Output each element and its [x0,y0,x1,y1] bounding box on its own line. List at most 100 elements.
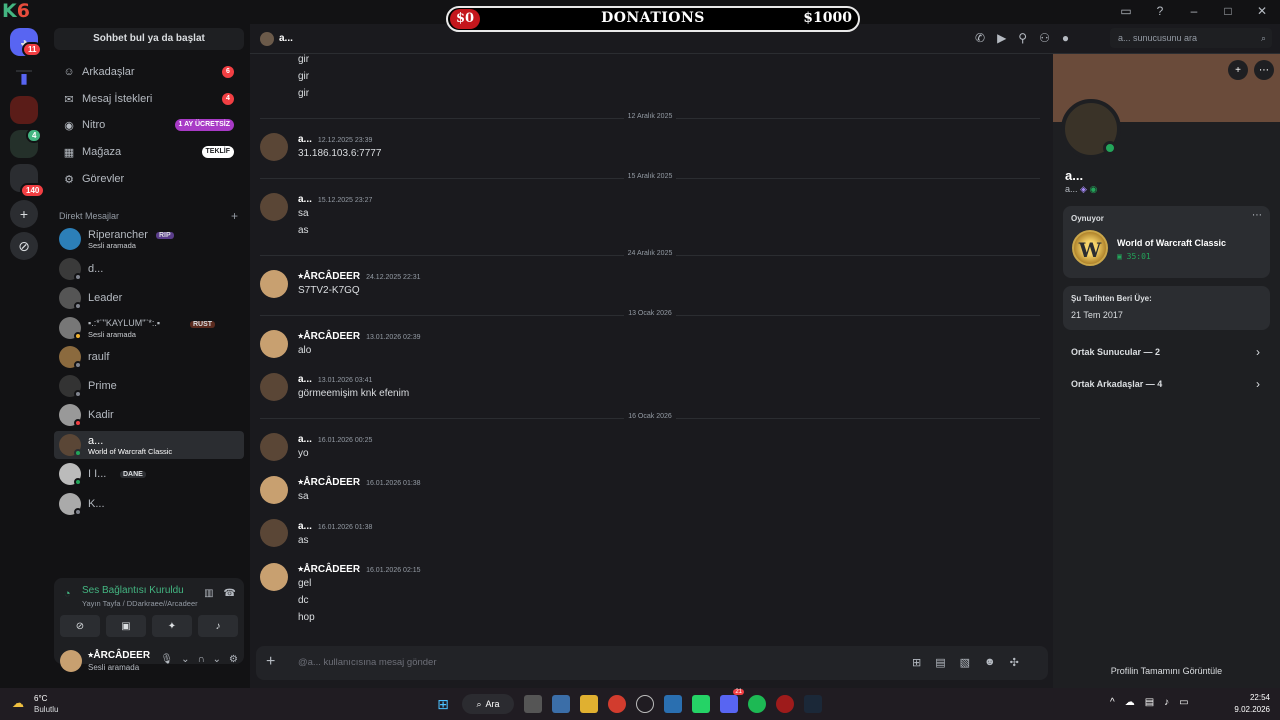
chevron-down-icon[interactable]: ⌄ [181,654,189,665]
battery-icon[interactable]: ▭ [1179,697,1188,708]
message-author: a... 15.12.2025 23:27 [298,194,373,205]
search-input[interactable]: a... sunucusunu ara ⌕ [1110,28,1272,48]
mutual-servers-link[interactable]: Ortak Sunucular — 2 › [1063,338,1270,368]
avatar[interactable] [260,563,288,591]
avatar[interactable] [260,373,288,401]
dm-item[interactable]: Riperancher RIP Sesli aramada [54,225,244,253]
avatar[interactable] [260,433,288,461]
noise-icon[interactable]: ▥ [204,588,213,599]
attach-icon[interactable]: + [266,653,275,671]
app-icon[interactable] [636,695,654,713]
camera-button[interactable]: ⊘ [60,615,100,637]
more-icon[interactable]: ⋯ [1252,210,1262,221]
volume-icon[interactable]: ♪ [1164,697,1169,708]
server-badge: 140 [20,183,46,198]
add-server-icon[interactable]: + [10,200,38,228]
dm-item-active[interactable]: a... World of Warcraft Classic [54,431,244,459]
maximize-button[interactable]: □ [1220,4,1236,18]
cloud-icon[interactable]: ☁ [1125,697,1135,708]
add-friend-icon[interactable]: + [1228,60,1248,80]
voice-status[interactable]: Ses Bağlantısı Kuruldu [82,585,184,596]
folder-icon[interactable]: ▮ [10,64,38,92]
screen-share-button[interactable]: ▣ [106,615,146,637]
sticker-icon[interactable]: ▧ [960,656,970,669]
minimize-button[interactable]: – [1186,4,1202,18]
dm-item[interactable]: Kadir [54,401,244,429]
add-friend-icon[interactable]: ⚇ [1039,31,1050,45]
more-icon[interactable]: ⋯ [1254,60,1274,80]
voice-channel[interactable]: Yayın Tayfa / DDarkraee//Arcadeer [82,599,198,608]
steam-icon[interactable] [804,695,822,713]
dm-item[interactable]: raulf [54,343,244,371]
soundboard-button[interactable]: ♪ [198,615,238,637]
discover-icon[interactable]: ⊘ [10,232,38,260]
friends-badge: 6 [222,66,234,78]
spotify-icon[interactable] [748,695,766,713]
avatar[interactable] [260,476,288,504]
dm-tag: RUST [190,320,216,328]
close-button[interactable]: ✕ [1254,4,1270,18]
apps-icon[interactable]: ✣ [1010,656,1019,669]
mutual-friends-link[interactable]: Ortak Arkadaşlar — 4 › [1063,370,1270,400]
find-conversation-button[interactable]: Sohbet bul ya da başlat [54,28,244,50]
avatar[interactable] [260,519,288,547]
message-text: gir [298,88,310,99]
inbox-icon[interactable]: ▭ [1118,4,1134,18]
pin-icon[interactable]: ⚲ [1018,31,1027,45]
profile-icon[interactable]: ● [1062,31,1069,45]
chevron-down-icon[interactable]: ⌄ [213,654,221,665]
whatsapp-icon[interactable] [692,695,710,713]
taskbar-search[interactable]: ⌕ Ara [462,694,514,714]
photos-icon[interactable] [664,695,682,713]
screen-share-icon: ▣ [121,620,131,632]
nav-message-requests[interactable]: ✉ Mesaj İstekleri 4 [54,86,244,112]
microphone-icon[interactable]: 🎙 [160,654,173,665]
message-input[interactable]: @a... kullanıcısına mesaj gönder [298,657,437,668]
disconnect-icon[interactable]: ☎ [224,588,236,599]
view-full-profile-link[interactable]: Profilin Tamamını Görüntüle [1053,666,1280,676]
network-icon[interactable]: ▤ [1145,697,1154,708]
headphones-icon[interactable]: ∩ [197,654,204,665]
dm-item[interactable]: K... [54,490,244,518]
video-icon[interactable]: ▶ [997,31,1006,45]
avatar[interactable] [260,193,288,221]
emoji-icon[interactable]: ☻ [984,656,996,669]
dm-item[interactable]: I I... DANE [54,460,244,488]
avatar[interactable] [260,133,288,161]
chrome-icon[interactable] [608,695,626,713]
task-view-icon[interactable] [524,695,542,713]
message-composer[interactable]: + @a... kullanıcısına mesaj gönder ⊞ ▤ ▧… [256,646,1048,680]
store-icon[interactable] [552,695,570,713]
game-launcher-icon[interactable] [776,695,794,713]
avatar[interactable] [260,330,288,358]
settings-icon[interactable]: ⚙ [229,654,238,665]
shop-icon: ▦ [63,146,75,159]
server-icon-red[interactable] [10,96,38,124]
chat-title[interactable]: a... [279,33,293,44]
dm-activity: World of Warcraft Classic [88,447,173,456]
activities-button[interactable]: ✦ [152,615,192,637]
taskbar-clock[interactable]: 22:54 9.02.2026 [1234,692,1270,716]
discord-taskbar-icon[interactable]: 21 [720,689,744,713]
signal-icon: ◔ [64,588,71,600]
dm-item[interactable]: Leader [54,284,244,312]
avatar[interactable] [60,650,82,672]
dm-item[interactable]: ▪.:*¨"KAYLUM"¨*:.▪ RUST Sesli aramada [54,314,244,342]
avatar[interactable] [260,270,288,298]
explorer-icon[interactable] [580,695,598,713]
help-icon[interactable]: ? [1152,4,1168,18]
date-divider: 24 Aralık 2025 [260,250,1040,257]
chevron-up-icon[interactable]: ^ [1110,697,1115,708]
nav-friends[interactable]: ☺ Arkadaşlar 6 [54,59,244,85]
message-author: ⭑ÅRCÂDEER 16.01.2026 01:38 [298,477,421,488]
nav-quests[interactable]: ⚙ Görevler [54,166,244,192]
dm-item[interactable]: d... [54,255,244,283]
nav-nitro[interactable]: ◉ Nitro 1 AY ÜCRETSİZ [54,112,244,138]
gift-icon[interactable]: ⊞ [912,656,921,669]
gif-icon[interactable]: ▤ [935,656,945,669]
call-icon[interactable]: ✆ [975,31,985,45]
dm-item[interactable]: Prime [54,372,244,400]
create-dm-icon[interactable]: + [231,209,238,223]
nav-shop[interactable]: ▦ Mağaza TEKLİF [54,139,244,165]
start-icon[interactable]: ⊞ [434,695,452,713]
